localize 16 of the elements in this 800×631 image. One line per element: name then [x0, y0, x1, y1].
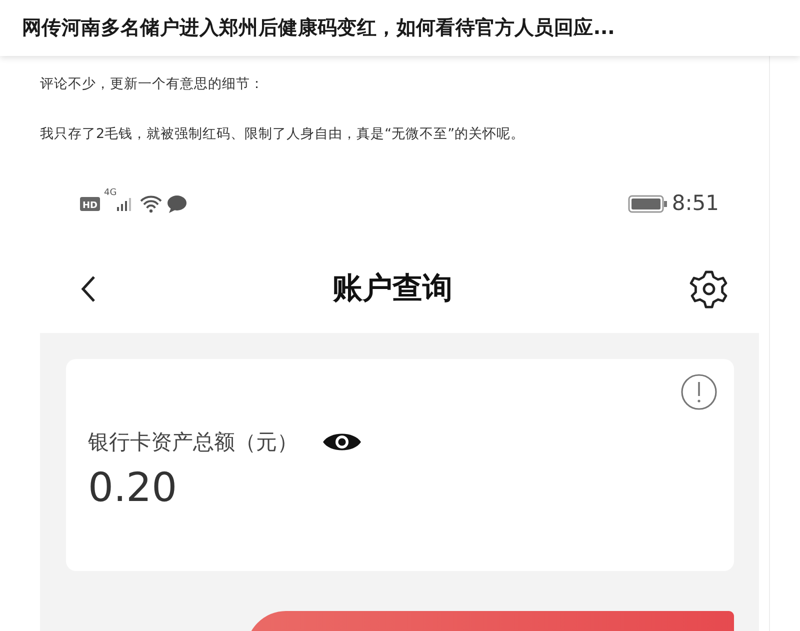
- balance-label: 银行卡资产总额（元）: [88, 428, 298, 456]
- signal-icon: [116, 196, 131, 210]
- answer-paragraph: 评论不少，更新一个有意思的细节：: [40, 75, 265, 94]
- page-title: 账户查询: [332, 270, 452, 308]
- chat-bubble-icon: [166, 194, 187, 212]
- settings-icon[interactable]: [689, 268, 729, 308]
- hd-icon: HD: [80, 196, 100, 210]
- balance-amount: 0.20: [88, 466, 178, 510]
- status-time: 8:51: [672, 190, 719, 217]
- network-type: 4G: [104, 186, 117, 200]
- info-icon[interactable]: [680, 372, 718, 410]
- question-title[interactable]: 网传河南多名储户进入郑州后健康码变红，如何看待官方人员回应...: [22, 13, 615, 43]
- back-icon[interactable]: [80, 274, 96, 302]
- wifi-icon: [138, 194, 163, 212]
- battery-icon: [628, 194, 668, 212]
- answer-paragraph: 我只存了2毛钱，就被强制红码、限制了人身自由，真是“无微不至”的关怀呢。: [40, 125, 526, 144]
